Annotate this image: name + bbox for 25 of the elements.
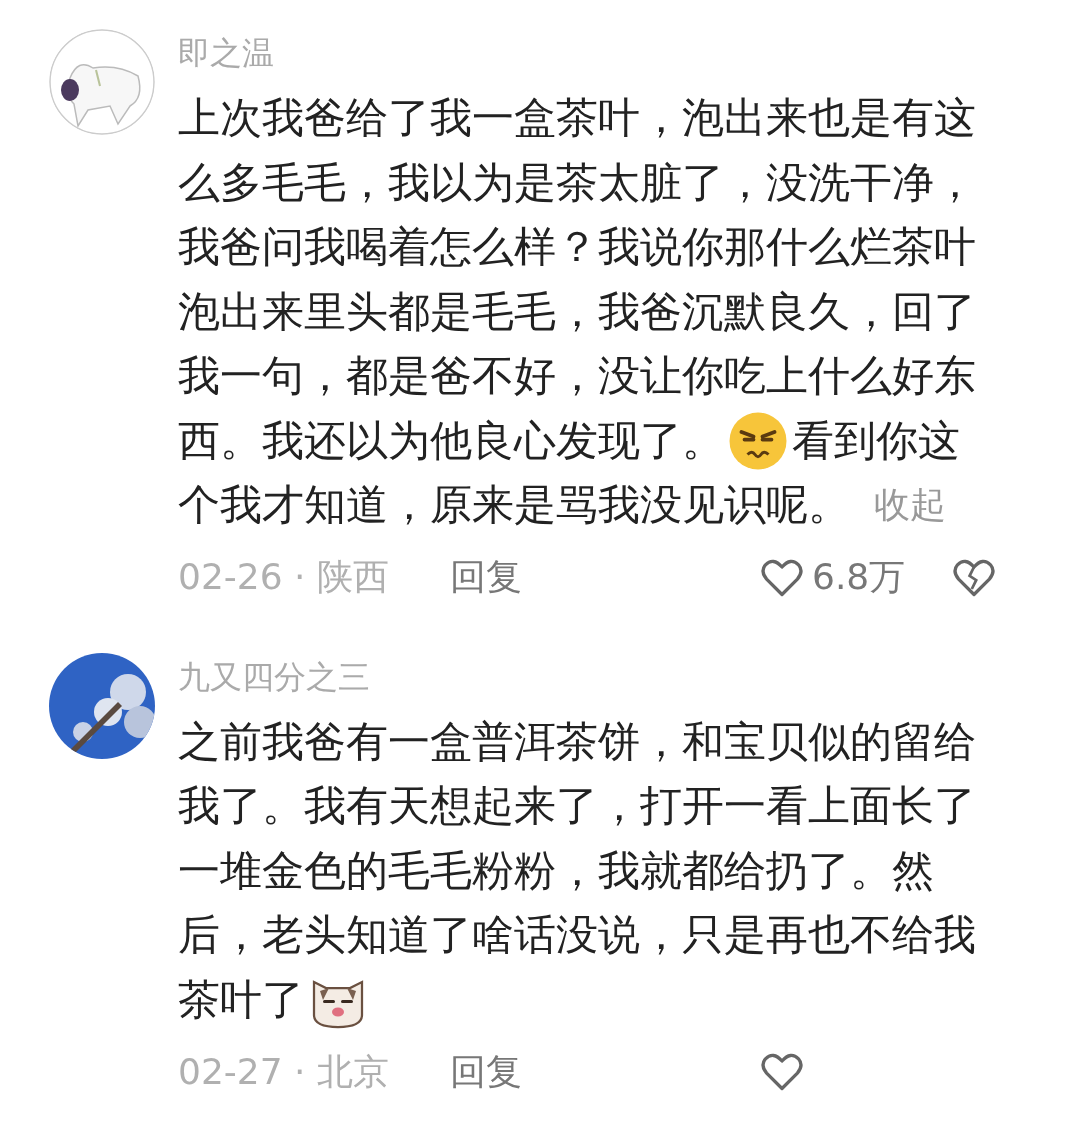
comment-text: 我一句，都是爸不好，没让你吃上什么好东 (178, 350, 976, 402)
comment-text: 西。我还以为他良心发现了。 (178, 414, 724, 467)
username[interactable]: 九又四分之三 (178, 651, 1038, 702)
comment-text: 后，老头知道了啥话没说，只是再也不给我 (178, 909, 976, 961)
date-location: 02-26 · 陕西 (178, 555, 390, 599)
comment-text: 茶叶了 (178, 973, 304, 1026)
comment-text: 我了。我有天想起来了，打开一看上面长了 (178, 780, 976, 832)
comment-text: 么多毛毛，我以为是茶太脏了，没洗干净， (178, 156, 976, 209)
reply-link[interactable]: 回复 (450, 553, 522, 602)
reply-link[interactable]: 回复 (450, 1047, 522, 1097)
broken-heart-icon[interactable] (952, 557, 996, 598)
date-location: 02-27 · 北京 (178, 1049, 390, 1094)
username[interactable]: 即之温 (178, 28, 1038, 78)
comment-text: 我爸问我喝着怎么样？我说你那什么烂茶叶 (178, 221, 976, 273)
comment-text: 泡出来里头都是毛毛，我爸沉默良久，回了 (178, 285, 976, 338)
like-icon[interactable] (760, 557, 804, 598)
comment-text: 看到你这 (792, 414, 960, 467)
comment-text: 上次我爸给了我一盒茶叶，泡出来也是有这 (178, 92, 976, 144)
comment-text: 一堆金色的毛毛粉粉，我就都给扔了。然 (178, 844, 934, 897)
annoyed-face-icon (728, 410, 788, 471)
like-count: 6.8万 (812, 555, 907, 599)
comment-text: 个我才知道，原来是骂我没见识呢。 (178, 479, 850, 531)
comment-text: 之前我爸有一盒普洱茶饼，和宝贝似的留给 (178, 715, 976, 768)
like-icon[interactable] (760, 1052, 804, 1092)
collapse-link[interactable]: 收起 (874, 473, 946, 538)
